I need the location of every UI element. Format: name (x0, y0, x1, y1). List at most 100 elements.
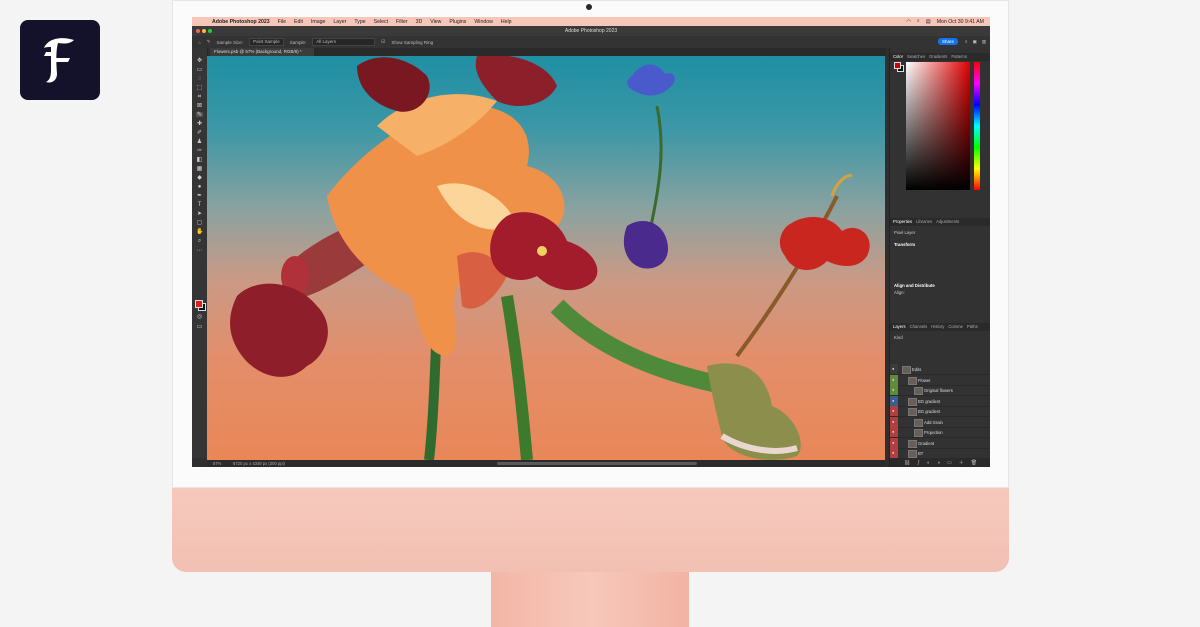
lasso-tool-icon[interactable]: ◌ (196, 76, 203, 82)
link-layers-icon[interactable]: ⛓ (904, 460, 910, 466)
tab-paths[interactable]: Paths (967, 323, 978, 331)
visibility-eye-icon[interactable] (890, 437, 898, 448)
clock[interactable]: Mon Oct 30 9:41 AM (937, 19, 984, 25)
menu-3d[interactable]: 3D (416, 19, 423, 25)
menu-select[interactable]: Select (374, 19, 388, 25)
history-brush-icon[interactable]: ✑ (196, 148, 203, 154)
dodge-tool-icon[interactable]: ● (196, 184, 203, 190)
object-select-tool-icon[interactable]: ⬚ (196, 85, 203, 91)
zoom-tool-icon[interactable]: ⌕ (196, 238, 203, 244)
visibility-eye-icon[interactable] (890, 374, 898, 385)
search-icon[interactable]: ⌕ (917, 18, 920, 25)
close-icon[interactable] (196, 29, 200, 33)
new-group-icon[interactable]: ▭ (947, 460, 952, 466)
more-tools-icon[interactable]: ⋯ (196, 248, 203, 254)
menu-help[interactable]: Help (501, 19, 512, 25)
tab-swatches[interactable]: Swatches (907, 53, 925, 61)
sample-select[interactable]: All Layers (312, 38, 376, 46)
screen-mode-icon[interactable]: ▭ (196, 324, 203, 330)
crop-tool-icon[interactable]: ⌗ (196, 94, 203, 100)
home-icon[interactable]: ⌂ (198, 40, 201, 45)
menu-window[interactable]: Window (474, 19, 492, 25)
color-panel-foreground-swatch[interactable] (894, 62, 901, 69)
horizontal-scrollbar[interactable] (497, 462, 697, 465)
document-tab[interactable]: Flowers.psb @ 57% (Background, RGB/8) * (210, 48, 314, 56)
tab-layers[interactable]: Layers (893, 323, 906, 331)
sample-size-select[interactable]: Point Sample (249, 38, 284, 46)
menu-filter[interactable]: Filter (396, 19, 408, 25)
visibility-eye-icon[interactable] (890, 395, 898, 406)
tab-color[interactable]: Color (893, 53, 903, 61)
frame-tool-icon[interactable]: ⊠ (196, 103, 203, 109)
menu-type[interactable]: Type (354, 19, 365, 25)
pen-tool-icon[interactable]: ✒ (196, 193, 203, 199)
gradient-tool-icon[interactable]: ▦ (196, 166, 203, 172)
tab-gradients[interactable]: Gradients (929, 53, 947, 61)
menu-plugins[interactable]: Plugins (449, 19, 466, 25)
marquee-tool-icon[interactable]: ▭ (196, 67, 203, 73)
visibility-eye-icon[interactable] (890, 416, 898, 427)
path-select-icon[interactable]: ➤ (196, 211, 203, 217)
wifi-icon[interactable]: ◠ (906, 19, 911, 25)
menu-layer[interactable]: Layer (333, 19, 346, 25)
layer-row[interactable]: Original flowers (890, 385, 990, 396)
type-tool-icon[interactable]: T (196, 202, 203, 208)
search-icon[interactable]: ⌕ (965, 39, 968, 45)
visibility-eye-icon[interactable] (890, 406, 898, 416)
tab-comments[interactable]: Comme (948, 323, 963, 331)
zoom-level[interactable]: 57% (213, 460, 221, 467)
layer-row[interactable]: BG gradient (890, 395, 990, 407)
tab-history[interactable]: History (931, 323, 944, 331)
align-heading[interactable]: Align and Distribute (894, 283, 935, 288)
visibility-eye-icon[interactable] (890, 427, 898, 437)
rectangle-tool-icon[interactable]: ▢ (196, 220, 203, 226)
menu-view[interactable]: View (430, 19, 441, 25)
quick-mask-icon[interactable]: ◎ (196, 314, 203, 320)
hand-tool-icon[interactable]: ✋ (196, 229, 203, 235)
share-button[interactable]: Share (937, 38, 958, 45)
delete-layer-icon[interactable]: 🗑 (971, 460, 977, 466)
layer-row[interactable]: Add Grain (890, 416, 990, 428)
transform-heading[interactable]: Transform (894, 242, 915, 247)
brush-tool-icon[interactable]: ✐ (196, 130, 203, 136)
eyedropper-tool-icon[interactable]: ✎ (207, 39, 211, 45)
workspace-icon[interactable]: ▣ (972, 39, 976, 45)
adjustment-icon[interactable]: ◑ (937, 460, 940, 466)
control-center-icon[interactable]: ▤ (926, 19, 931, 25)
tab-channels[interactable]: Channels (910, 323, 928, 331)
new-layer-icon[interactable]: ＋ (959, 459, 964, 466)
fx-icon[interactable]: ƒ (917, 460, 920, 466)
tab-libraries[interactable]: Libraries (916, 218, 932, 226)
layer-row[interactable]: BG gradient (890, 406, 990, 417)
layer-row[interactable]: Edits (890, 364, 990, 375)
tab-patterns[interactable]: Patterns (951, 53, 967, 61)
layer-row[interactable]: Flower (890, 374, 990, 386)
layer-row[interactable]: Projection (890, 427, 990, 438)
eyedropper-icon[interactable]: ✎ (196, 112, 203, 118)
clone-stamp-icon[interactable]: ♟ (196, 139, 203, 145)
healing-brush-icon[interactable]: ✚ (196, 121, 203, 127)
tab-adjustments[interactable]: Adjustments (936, 218, 959, 226)
menu-app-name[interactable]: Adobe Photoshop 2023 (212, 19, 270, 25)
show-ring-checkbox[interactable]: ☑ (381, 39, 385, 45)
layer-kind-filter[interactable]: Kind (894, 335, 903, 340)
visibility-eye-icon[interactable] (890, 364, 898, 374)
menu-edit[interactable]: Edit (294, 19, 303, 25)
mask-icon[interactable]: ◐ (927, 460, 930, 466)
color-picker-field[interactable] (906, 62, 970, 190)
foreground-color-swatch[interactable] (195, 300, 203, 308)
minimize-icon[interactable] (202, 29, 206, 33)
menu-file[interactable]: File (278, 19, 286, 25)
blur-tool-icon[interactable]: ◆ (196, 175, 203, 181)
menu-image[interactable]: Image (311, 19, 325, 25)
hue-slider[interactable] (974, 62, 980, 190)
tab-properties[interactable]: Properties (893, 218, 912, 226)
visibility-eye-icon[interactable] (890, 385, 898, 395)
eraser-icon[interactable]: ◧ (196, 157, 203, 163)
maximize-icon[interactable] (208, 29, 212, 33)
layer-row[interactable]: Gradient (890, 437, 990, 449)
arrange-icon[interactable]: ▥ (982, 39, 986, 45)
document-canvas[interactable] (207, 56, 885, 460)
visibility-eye-icon[interactable] (890, 448, 898, 458)
move-tool-icon[interactable]: ✥ (196, 58, 203, 64)
